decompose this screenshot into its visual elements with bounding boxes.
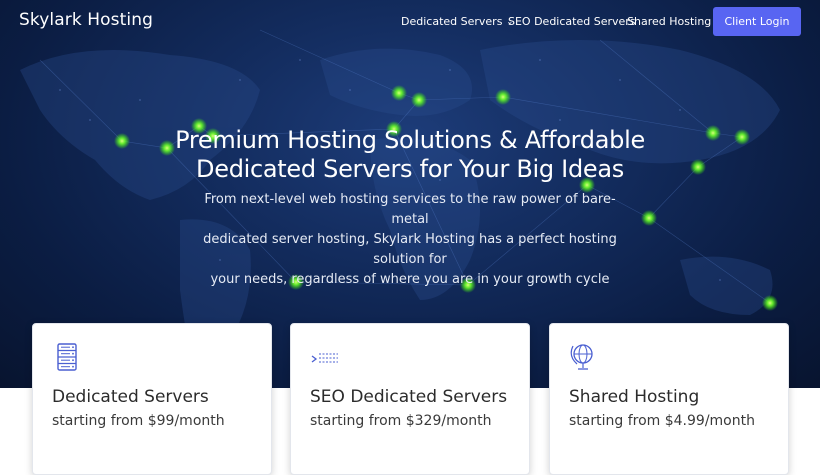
hero-subtitle: From next-level web hosting services to … [200, 190, 620, 290]
nav-dedicated-servers-label: Dedicated Servers [401, 15, 503, 28]
hero-subtitle-line-2: dedicated server hosting, Skylark Hostin… [203, 232, 617, 267]
nav-shared-hosting[interactable]: Shared Hosting [627, 15, 711, 28]
globe-icon [570, 344, 593, 370]
hero-title-line-1: Premium Hosting Solutions & Affordable [175, 126, 645, 154]
card-shared-hosting[interactable]: Shared Hosting starting from $4.99/month [549, 323, 789, 475]
nav-dedicated-servers[interactable]: Dedicated Servers ⌄ [401, 15, 513, 28]
card-price: starting from $329/month [310, 413, 492, 429]
card-seo-dedicated-servers[interactable]: SEO Dedicated Servers starting from $329… [290, 323, 530, 475]
top-navigation: Skylark Hosting Dedicated Servers ⌄ SEO D… [0, 0, 820, 44]
nav-seo-dedicated-servers[interactable]: SEO Dedicated Servers [508, 15, 636, 28]
client-login-button[interactable]: Client Login [713, 7, 801, 36]
hero-subtitle-line-1: From next-level web hosting services to … [204, 192, 616, 227]
card-title: Shared Hosting [569, 387, 700, 407]
hero-title: Premium Hosting Solutions & Affordable D… [150, 126, 670, 184]
brand-logo[interactable]: Skylark Hosting [19, 10, 153, 30]
card-title: SEO Dedicated Servers [310, 387, 508, 407]
card-price: starting from $4.99/month [569, 413, 755, 429]
hero-subtitle-line-3: your needs, regardless of where you are … [210, 272, 610, 287]
card-title: Dedicated Servers [52, 387, 209, 407]
card-price: starting from $99/month [52, 413, 225, 429]
hero-title-line-2: Dedicated Servers for Your Big Ideas [196, 155, 624, 183]
card-dedicated-servers[interactable]: Dedicated Servers starting from $99/mont… [32, 323, 272, 475]
seo-chart-icon [311, 353, 338, 363]
server-rack-icon [57, 343, 77, 371]
